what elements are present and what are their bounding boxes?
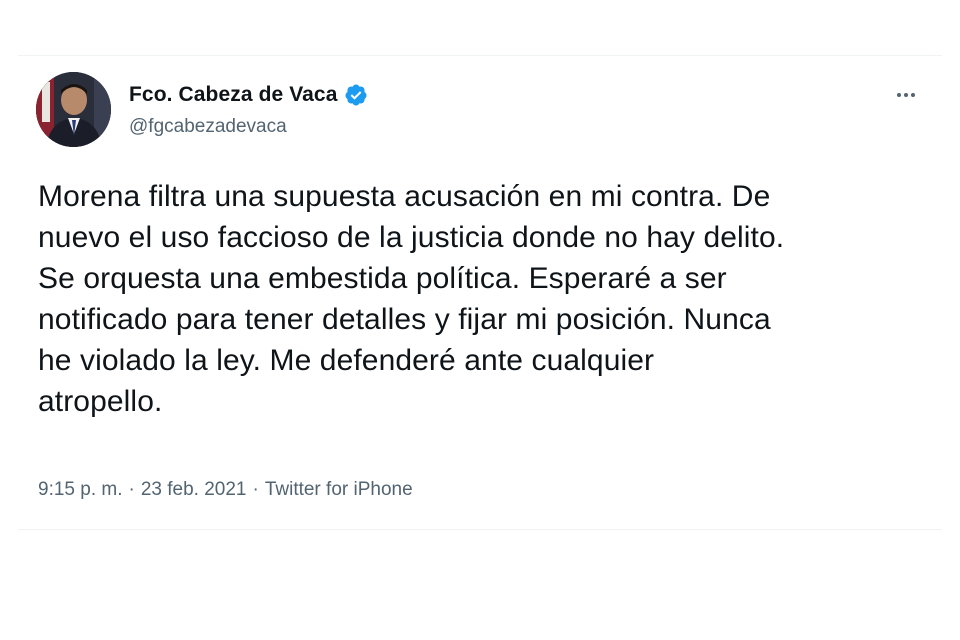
tweet-card[interactable]: Fco. Cabeza de Vaca @fgcabezadevaca More… [18, 55, 942, 530]
avatar[interactable] [36, 72, 111, 147]
meta-separator: · [252, 479, 259, 500]
author-name-row[interactable]: Fco. Cabeza de Vaca [129, 83, 368, 107]
meta-separator: · [128, 479, 135, 500]
tweet-text: Morena filtra una supuesta acusación en … [38, 180, 785, 418]
tweet-time[interactable]: 9:15 p. m. [38, 479, 123, 501]
tweet-date[interactable]: 23 feb. 2021 [141, 479, 247, 501]
more-options-button[interactable] [886, 80, 926, 110]
tweet-metadata: 9:15 p. m. · 23 feb. 2021 · Twitter for … [38, 479, 413, 501]
avatar-image [36, 72, 111, 147]
author-display-name[interactable]: Fco. Cabeza de Vaca [129, 83, 338, 107]
more-options-icon [896, 93, 917, 97]
tweet-source[interactable]: Twitter for iPhone [265, 479, 413, 501]
verified-badge-icon [344, 83, 368, 107]
author-handle[interactable]: @fgcabezadevaca [129, 116, 287, 138]
